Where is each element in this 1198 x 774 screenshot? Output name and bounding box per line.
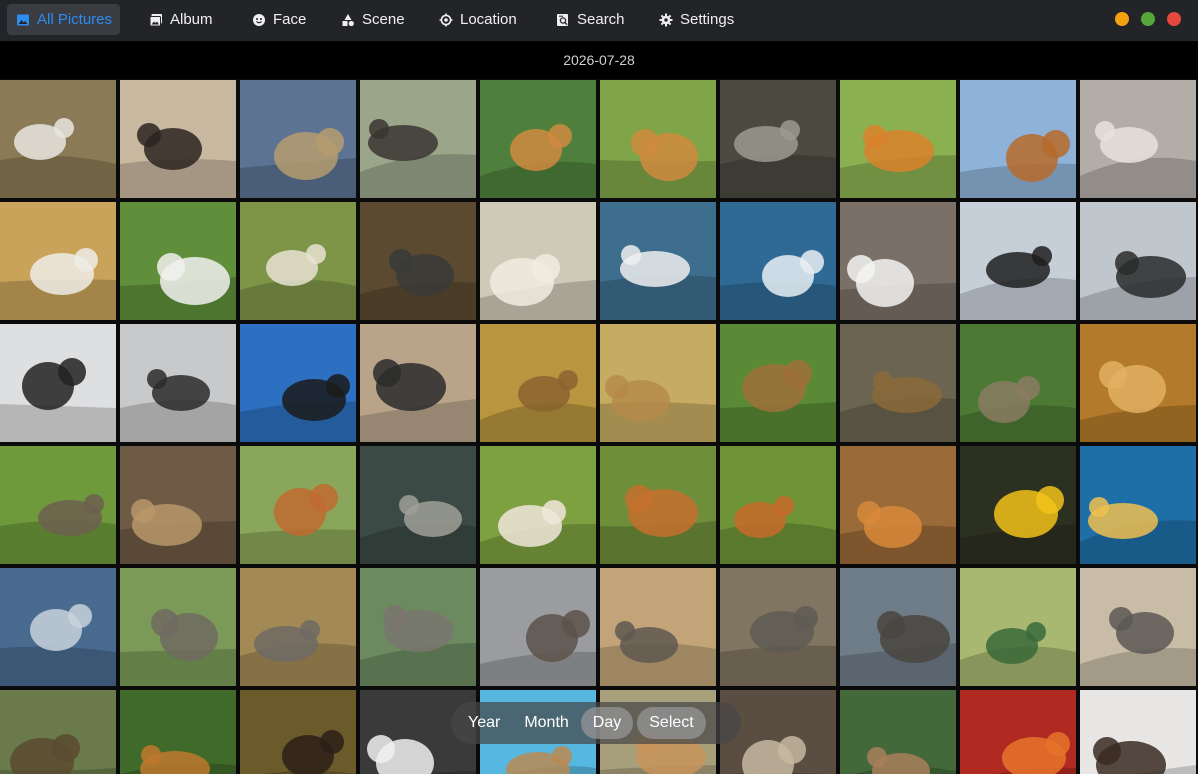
photo-thumbnail[interactable] bbox=[1080, 324, 1196, 442]
photo-thumbnail[interactable] bbox=[240, 446, 356, 564]
nav-album[interactable]: Album bbox=[140, 4, 222, 35]
top-nav-bar: All Pictures Album Face Scene Location S… bbox=[0, 0, 1198, 41]
photo-thumbnail[interactable] bbox=[0, 324, 116, 442]
photo-thumbnail[interactable] bbox=[0, 568, 116, 686]
date-group-header: 2026-07-28 bbox=[0, 41, 1198, 79]
photo-thumbnail[interactable] bbox=[480, 568, 596, 686]
photo-grid bbox=[0, 80, 1198, 774]
photo-thumbnail[interactable] bbox=[840, 202, 956, 320]
photo-thumbnail[interactable] bbox=[1080, 202, 1196, 320]
photo-thumbnail[interactable] bbox=[600, 324, 716, 442]
nav-settings[interactable]: Settings bbox=[650, 4, 743, 35]
photo-thumbnail[interactable] bbox=[0, 80, 116, 198]
nav-scene[interactable]: Scene bbox=[332, 4, 414, 35]
photo-thumbnail[interactable] bbox=[600, 446, 716, 564]
photo-thumbnail[interactable] bbox=[720, 202, 836, 320]
photo-thumbnail[interactable] bbox=[960, 324, 1076, 442]
photo-thumbnail[interactable] bbox=[960, 80, 1076, 198]
nav-all-pictures[interactable]: All Pictures bbox=[7, 4, 120, 35]
picture-icon bbox=[16, 13, 30, 27]
nav-face[interactable]: Face bbox=[243, 4, 315, 35]
photo-thumbnail[interactable] bbox=[480, 80, 596, 198]
photo-thumbnail[interactable] bbox=[240, 80, 356, 198]
photo-thumbnail[interactable] bbox=[840, 568, 956, 686]
nav-label: All Pictures bbox=[37, 11, 113, 28]
photo-thumbnail[interactable] bbox=[0, 202, 116, 320]
photo-thumbnail[interactable] bbox=[240, 690, 356, 774]
photo-thumbnail[interactable] bbox=[120, 446, 236, 564]
view-year-button[interactable]: Year bbox=[456, 707, 512, 739]
photo-thumbnail[interactable] bbox=[1080, 446, 1196, 564]
nav-label: Face bbox=[273, 11, 307, 28]
photo-thumbnail[interactable] bbox=[120, 568, 236, 686]
photo-thumbnail[interactable] bbox=[240, 202, 356, 320]
nav-location[interactable]: Location bbox=[430, 4, 526, 35]
nav-search[interactable]: Search bbox=[547, 4, 634, 35]
view-day-button[interactable]: Day bbox=[580, 707, 634, 739]
nav-label: Settings bbox=[680, 11, 735, 28]
search-icon bbox=[556, 13, 570, 27]
photo-thumbnail[interactable] bbox=[840, 80, 956, 198]
photo-thumbnail[interactable] bbox=[120, 80, 236, 198]
photo-thumbnail[interactable] bbox=[840, 324, 956, 442]
photo-thumbnail[interactable] bbox=[960, 446, 1076, 564]
nav-label: Location bbox=[460, 11, 517, 28]
photo-thumbnail[interactable] bbox=[120, 202, 236, 320]
photo-thumbnail[interactable] bbox=[720, 324, 836, 442]
view-mode-toggle: Year Month Day Select bbox=[451, 702, 741, 744]
nav-label: Search bbox=[577, 11, 625, 28]
photo-thumbnail[interactable] bbox=[360, 324, 476, 442]
face-icon bbox=[252, 13, 266, 27]
photo-thumbnail[interactable] bbox=[720, 446, 836, 564]
maximize-button[interactable] bbox=[1141, 12, 1155, 26]
gear-icon bbox=[659, 13, 673, 27]
minimize-button[interactable] bbox=[1115, 12, 1129, 26]
photo-thumbnail[interactable] bbox=[960, 690, 1076, 774]
select-button[interactable]: Select bbox=[637, 707, 706, 739]
photo-thumbnail[interactable] bbox=[240, 324, 356, 442]
location-icon bbox=[439, 13, 453, 27]
nav-label: Scene bbox=[362, 11, 405, 28]
photo-thumbnail[interactable] bbox=[960, 202, 1076, 320]
photo-thumbnail[interactable] bbox=[480, 446, 596, 564]
photo-thumbnail[interactable] bbox=[120, 324, 236, 442]
photo-thumbnail[interactable] bbox=[1080, 80, 1196, 198]
photo-thumbnail[interactable] bbox=[1080, 568, 1196, 686]
photo-app-window: All Pictures Album Face Scene Location S… bbox=[0, 0, 1198, 774]
nav-label: Album bbox=[170, 11, 213, 28]
photo-thumbnail[interactable] bbox=[720, 568, 836, 686]
photo-thumbnail[interactable] bbox=[360, 80, 476, 198]
close-button[interactable] bbox=[1167, 12, 1181, 26]
photo-thumbnail[interactable] bbox=[480, 324, 596, 442]
scene-icon bbox=[341, 13, 355, 27]
photo-thumbnail[interactable] bbox=[840, 690, 956, 774]
photo-thumbnail[interactable] bbox=[720, 80, 836, 198]
photo-thumbnail[interactable] bbox=[240, 568, 356, 686]
photo-thumbnail[interactable] bbox=[0, 690, 116, 774]
photo-thumbnail[interactable] bbox=[480, 202, 596, 320]
photo-thumbnail[interactable] bbox=[600, 202, 716, 320]
photo-thumbnail[interactable] bbox=[0, 446, 116, 564]
photo-thumbnail[interactable] bbox=[120, 690, 236, 774]
photo-thumbnail[interactable] bbox=[360, 568, 476, 686]
album-icon bbox=[149, 13, 163, 27]
photo-thumbnail[interactable] bbox=[1080, 690, 1196, 774]
photo-thumbnail[interactable] bbox=[600, 568, 716, 686]
view-month-button[interactable]: Month bbox=[512, 707, 580, 739]
photo-thumbnail[interactable] bbox=[960, 568, 1076, 686]
photo-thumbnail[interactable] bbox=[840, 446, 956, 564]
photo-thumbnail[interactable] bbox=[360, 202, 476, 320]
photo-thumbnail[interactable] bbox=[360, 446, 476, 564]
photo-thumbnail[interactable] bbox=[600, 80, 716, 198]
